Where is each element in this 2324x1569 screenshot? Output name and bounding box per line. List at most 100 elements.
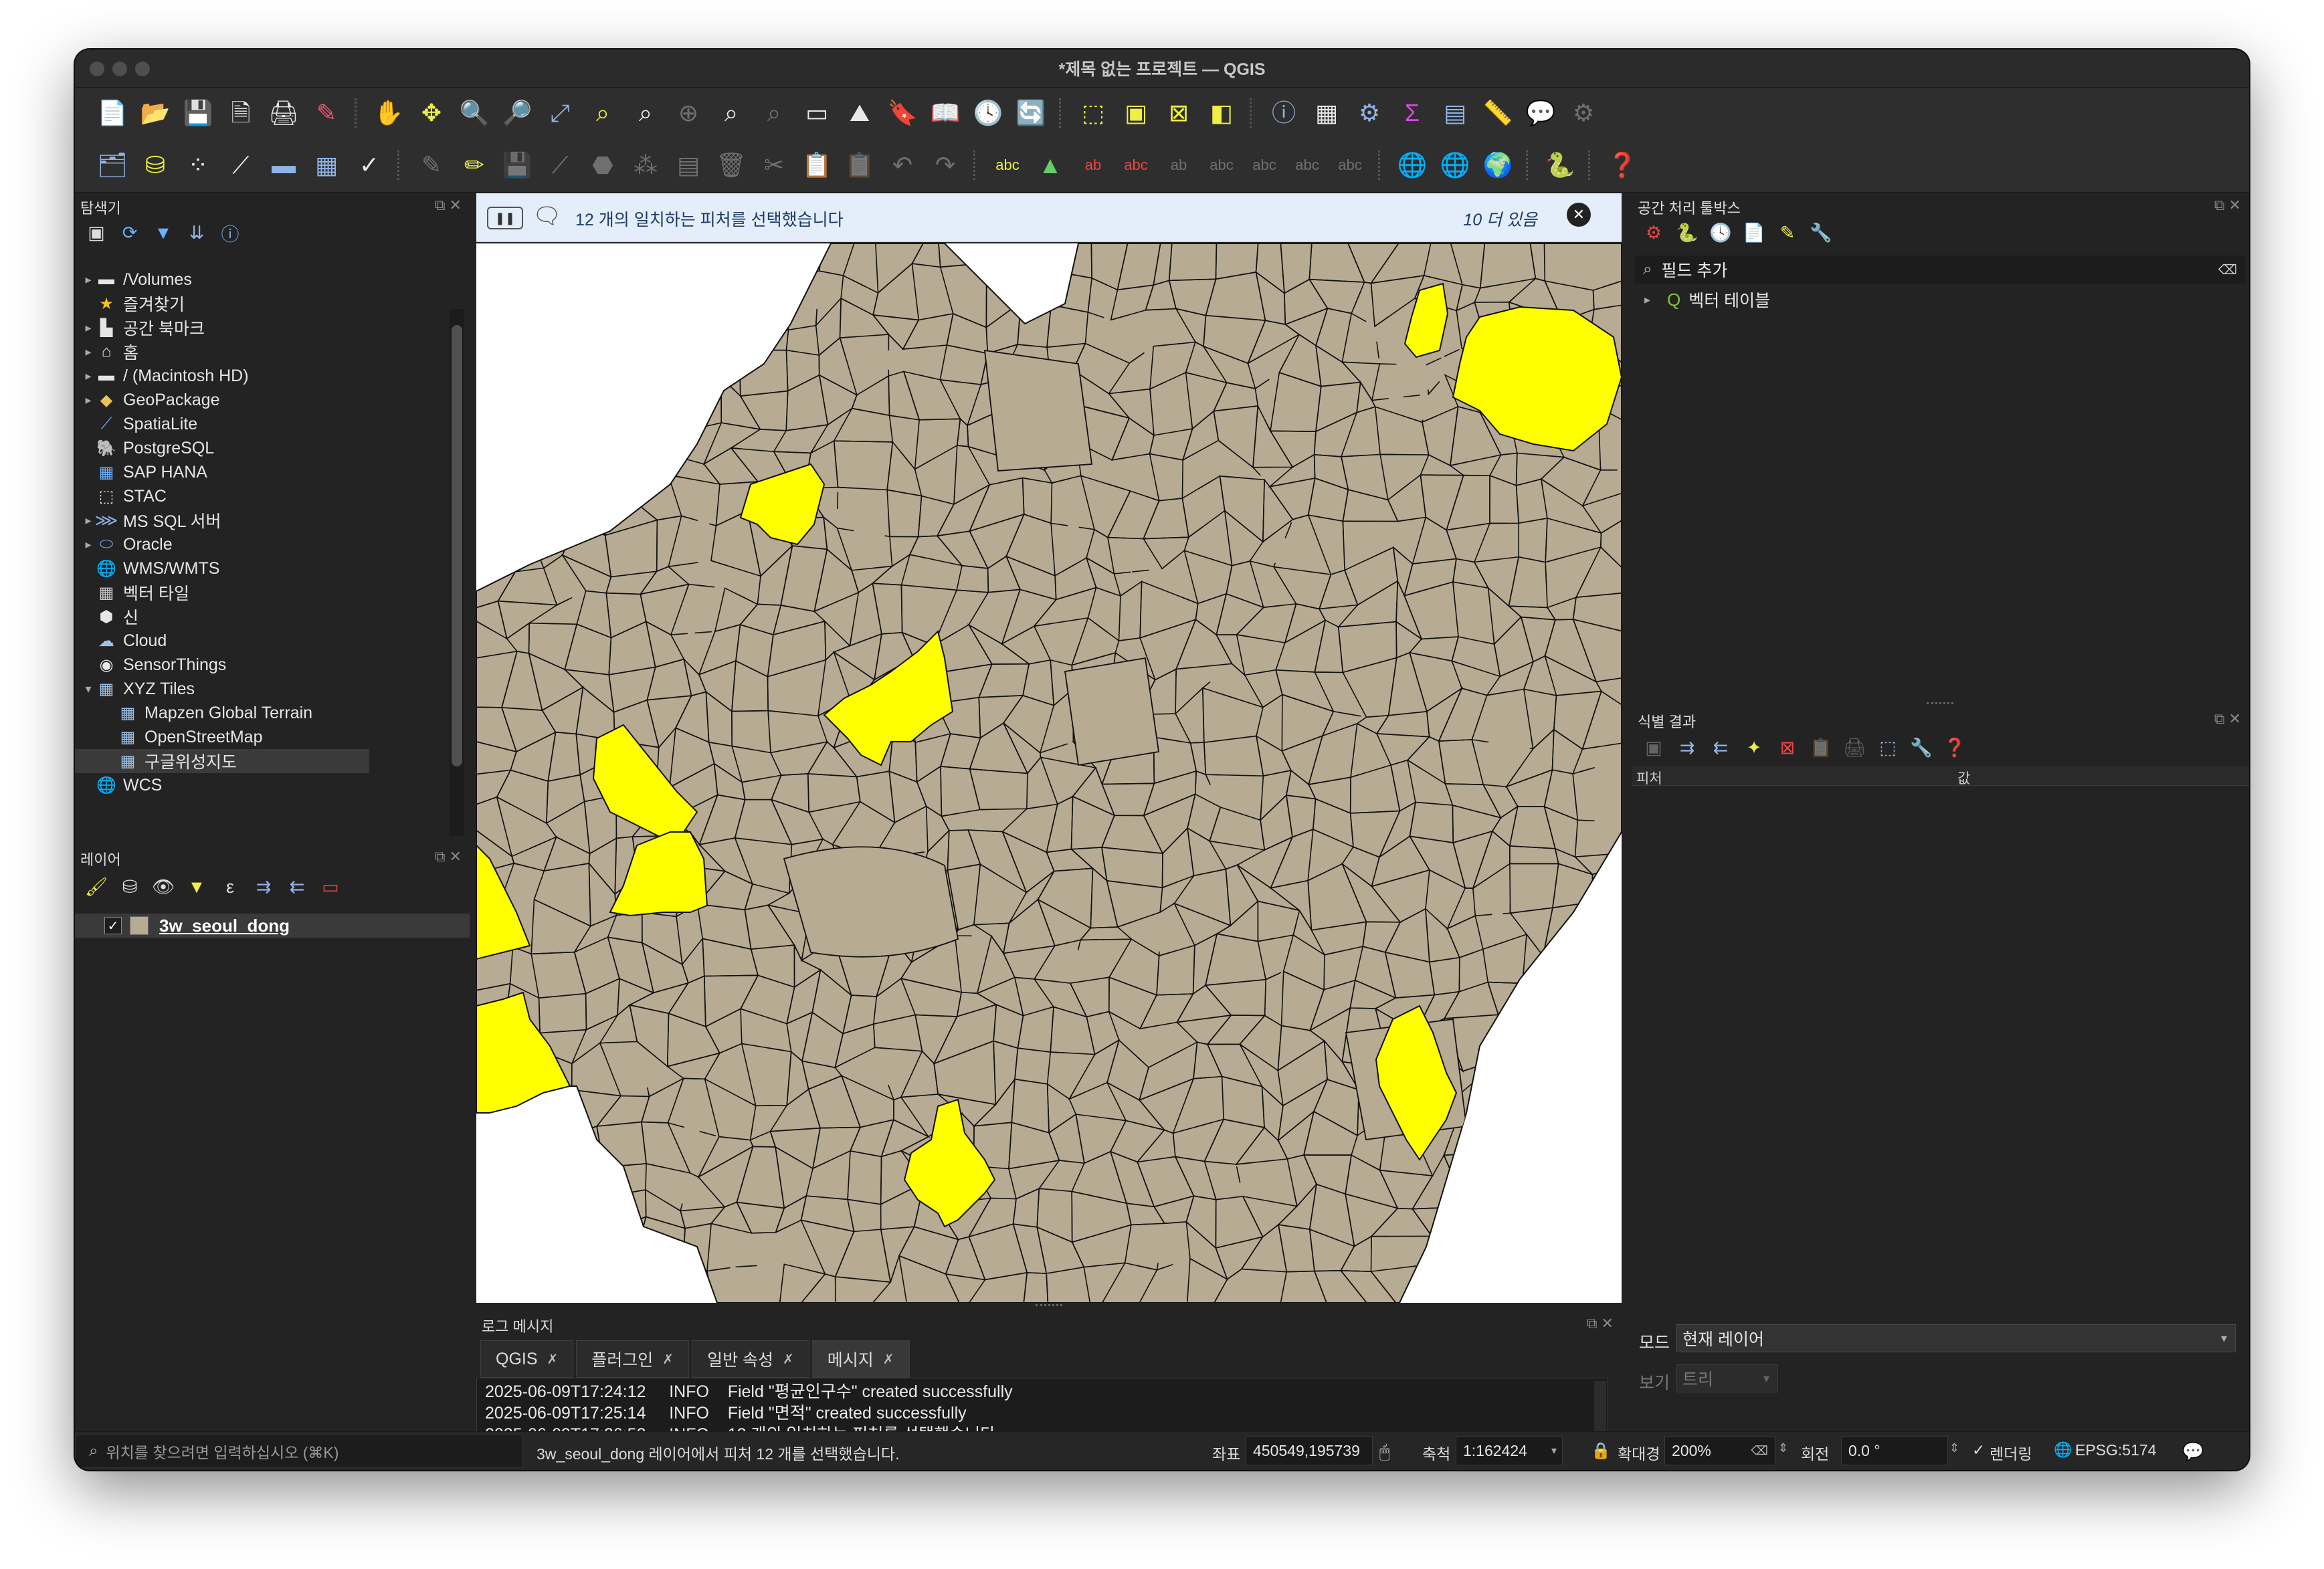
chevron-right-icon[interactable]: ▸: [1644, 293, 1659, 307]
dong-polygon[interactable]: [636, 311, 676, 365]
browser-item[interactable]: ▸ ◆ GeoPackage: [75, 388, 466, 412]
dong-polygon[interactable]: [1508, 1042, 1562, 1095]
layer-item[interactable]: ✓ 3w_seoul_dong: [75, 914, 470, 938]
dong-polygon[interactable]: [602, 323, 648, 366]
dong-polygon[interactable]: [572, 323, 606, 367]
scale-field[interactable]: 1:162424 ▾: [1456, 1436, 1563, 1465]
select-by-value-icon[interactable]: ▣: [1119, 96, 1153, 130]
dong-polygon[interactable]: [1471, 1196, 1533, 1239]
dong-polygon[interactable]: [476, 1109, 512, 1168]
clear-icon[interactable]: ⌫: [1751, 1444, 1768, 1458]
refresh-icon[interactable]: ⟳: [118, 221, 142, 245]
deselect-icon[interactable]: ⊠: [1161, 96, 1196, 130]
expand-all-icon[interactable]: ⇉: [252, 875, 276, 899]
redo-icon[interactable]: ↷: [928, 148, 963, 183]
dong-polygon[interactable]: [1509, 1110, 1559, 1176]
dong-polygon[interactable]: [983, 349, 1093, 472]
dong-polygon[interactable]: [636, 272, 680, 325]
browser-item[interactable]: ▸ ⬭ Oracle: [75, 532, 466, 556]
dong-polygon[interactable]: [496, 304, 532, 362]
dong-polygon[interactable]: [505, 1110, 559, 1162]
pan-to-selection-icon[interactable]: ✥: [414, 96, 449, 130]
dong-polygon[interactable]: [601, 340, 649, 399]
chevron-down-icon[interactable]: ▾: [80, 682, 96, 696]
dong-polygon[interactable]: [537, 243, 586, 279]
dong-polygon[interactable]: [678, 243, 719, 291]
dong-polygon[interactable]: [496, 1217, 559, 1280]
crs-globe-icon[interactable]: 🌐: [2054, 1441, 2072, 1459]
panel-float-close-icon[interactable]: ⧉✕: [435, 848, 466, 865]
dong-polygon[interactable]: [1575, 1073, 1622, 1141]
new-layer-icon[interactable]: ⛁: [138, 148, 173, 183]
dong-polygon[interactable]: [1580, 1013, 1622, 1069]
remove-layer-icon[interactable]: ▭: [318, 875, 343, 899]
dong-polygon[interactable]: [600, 1259, 649, 1303]
save-project-icon[interactable]: 💾: [181, 96, 215, 130]
chevron-right-icon[interactable]: ▸: [80, 369, 96, 383]
open-project-icon[interactable]: 📂: [138, 96, 173, 130]
dong-polygon[interactable]: [1593, 1127, 1622, 1171]
dong-polygon[interactable]: [1581, 1165, 1622, 1213]
filter-expression-icon[interactable]: ε: [218, 875, 242, 899]
dong-polygon[interactable]: [476, 342, 524, 393]
show-bookmarks-icon[interactable]: 📖: [928, 96, 963, 130]
dong-polygon[interactable]: [496, 1253, 560, 1303]
label-show-icon[interactable]: abc: [1333, 148, 1367, 183]
clear-search-icon[interactable]: ⌫: [2218, 262, 2237, 278]
map-tips-icon[interactable]: 💬: [1523, 96, 1558, 130]
dong-polygon[interactable]: [785, 243, 824, 276]
browser-item[interactable]: ▦ OpenStreetMap: [75, 725, 466, 749]
browser-item[interactable]: ▦ 벡터 타일: [75, 581, 466, 605]
cut-icon[interactable]: ✂: [757, 148, 791, 183]
dong-polygon[interactable]: [1556, 1110, 1604, 1171]
collapse-all-icon[interactable]: ⇊: [185, 221, 209, 245]
dong-polygon[interactable]: [505, 243, 559, 280]
dong-polygon[interactable]: [565, 476, 606, 536]
zoom-full-icon[interactable]: ⤢: [543, 96, 577, 130]
dong-polygon[interactable]: [528, 1182, 579, 1245]
panel-float-close-icon[interactable]: ⧉✕: [2214, 197, 2245, 214]
coordinate-field[interactable]: 450549,195739: [1246, 1436, 1373, 1465]
visibility-icon[interactable]: 👁: [151, 875, 175, 899]
dong-polygon[interactable]: [649, 243, 684, 291]
pin-icon[interactable]: ✗: [547, 1351, 559, 1368]
dong-polygon[interactable]: [634, 356, 672, 399]
dong-polygon[interactable]: [1481, 1063, 1529, 1095]
python-icon[interactable]: 🐍: [1543, 148, 1577, 183]
view-select[interactable]: 트리 ▾: [1676, 1364, 1778, 1392]
osm-icon[interactable]: 🌍: [1480, 148, 1515, 183]
filter-icon[interactable]: ▼: [151, 221, 175, 245]
add-group-icon[interactable]: ⛁: [118, 875, 142, 899]
delete-icon[interactable]: 🗑: [714, 148, 749, 183]
dong-polygon[interactable]: [696, 308, 753, 360]
options-icon[interactable]: 🔧: [1809, 221, 1833, 245]
dong-polygon[interactable]: [528, 1148, 579, 1209]
node-tool-icon[interactable]: ⁂: [628, 148, 663, 183]
dong-polygon[interactable]: [476, 478, 514, 539]
zoom-out-icon[interactable]: 🔎: [500, 96, 535, 130]
dong-polygon[interactable]: [748, 265, 789, 331]
feature-form-icon[interactable]: ▣: [1642, 736, 1666, 760]
lock-icon[interactable]: 🔒: [1591, 1441, 1611, 1461]
dong-polygon[interactable]: [604, 272, 656, 326]
browser-item[interactable]: ▸ ▬ /Volumes: [75, 268, 466, 292]
dong-polygon[interactable]: [1007, 269, 1052, 306]
dong-polygon[interactable]: [537, 394, 587, 413]
browser-item[interactable]: ▦ SAP HANA: [75, 460, 466, 484]
dong-polygon[interactable]: [1580, 1222, 1622, 1281]
dong-polygon[interactable]: [517, 1182, 545, 1244]
dong-polygon[interactable]: [1579, 1253, 1622, 1303]
browser-item[interactable]: ▾ ▦ XYZ Tiles: [75, 677, 466, 701]
dong-polygon[interactable]: [1541, 1196, 1584, 1241]
print-icon[interactable]: 🖨: [1842, 736, 1866, 760]
dong-polygon[interactable]: [476, 389, 517, 428]
help-icon[interactable]: ❓: [1943, 736, 1967, 760]
browser-item[interactable]: 🌐 WMS/WMTS: [75, 556, 466, 581]
pin-icon[interactable]: ✗: [883, 1351, 894, 1368]
help-icon[interactable]: ❓: [1605, 148, 1640, 183]
map-svg[interactable]: [476, 243, 1622, 1303]
log-tab[interactable]: 일반 속성 ✗: [692, 1340, 809, 1378]
temporal-controller-icon[interactable]: 🕓: [971, 96, 1005, 130]
magnifier-field[interactable]: 200% ⌫: [1664, 1436, 1775, 1465]
dong-polygon[interactable]: [1472, 1230, 1532, 1258]
